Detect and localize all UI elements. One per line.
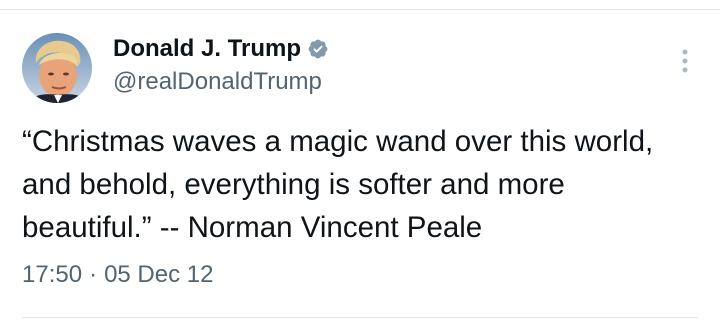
- tweet-date: 05 Dec 12: [104, 261, 214, 288]
- more-options-icon[interactable]: [675, 46, 695, 76]
- author-handle[interactable]: @realDonaldTrump: [113, 68, 322, 96]
- author-display-name[interactable]: Donald J. Trump: [113, 35, 301, 63]
- verified-badge-icon: [307, 38, 329, 60]
- meta-separator: ·: [89, 261, 98, 288]
- tweet-time: 17:50: [22, 261, 83, 288]
- tweet-card: Donald J. Trump @realDonaldTrump “Christ…: [0, 0, 720, 332]
- top-divider: [0, 9, 720, 10]
- tweet-timestamp[interactable]: 17:50 · 05 Dec 12: [22, 261, 213, 289]
- tweet-text: “Christmas waves a magic wand over this …: [22, 125, 654, 244]
- author-avatar[interactable]: [22, 33, 92, 103]
- bottom-divider: [22, 317, 698, 318]
- author-name-row: Donald J. Trump: [113, 33, 329, 65]
